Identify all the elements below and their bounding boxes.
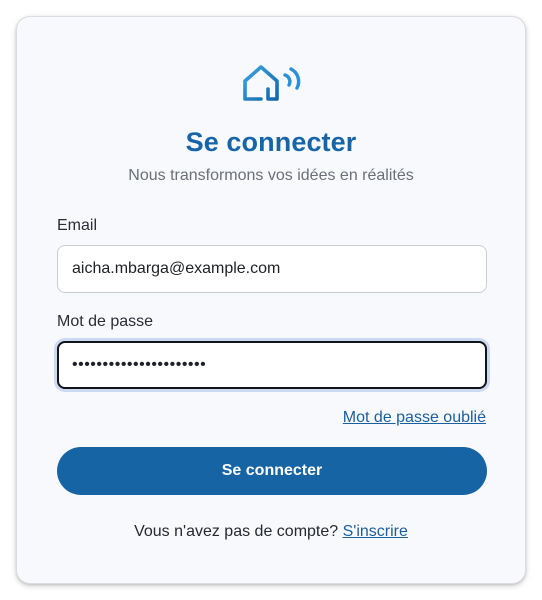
forgot-password-link[interactable]: Mot de passe oublié: [343, 409, 486, 427]
password-field[interactable]: [57, 341, 487, 389]
page-subtitle: Nous transformons vos idées en réalités: [128, 167, 414, 184]
no-account-text: Vous n'avez pas de compte?: [134, 523, 339, 540]
email-field[interactable]: [57, 245, 487, 293]
email-label: Email: [57, 217, 98, 234]
login-card: Se connecter Nous transformons vos idées…: [16, 16, 526, 584]
signup-prompt: Vous n'avez pas de compte? S'inscrire: [17, 523, 525, 541]
signup-link[interactable]: S'inscrire: [343, 523, 408, 540]
page-title: Se connecter: [185, 127, 357, 157]
smart-home-icon: [243, 65, 301, 101]
password-label: Mot de passe: [57, 313, 154, 330]
sign-in-button[interactable]: Se connecter: [57, 447, 487, 495]
